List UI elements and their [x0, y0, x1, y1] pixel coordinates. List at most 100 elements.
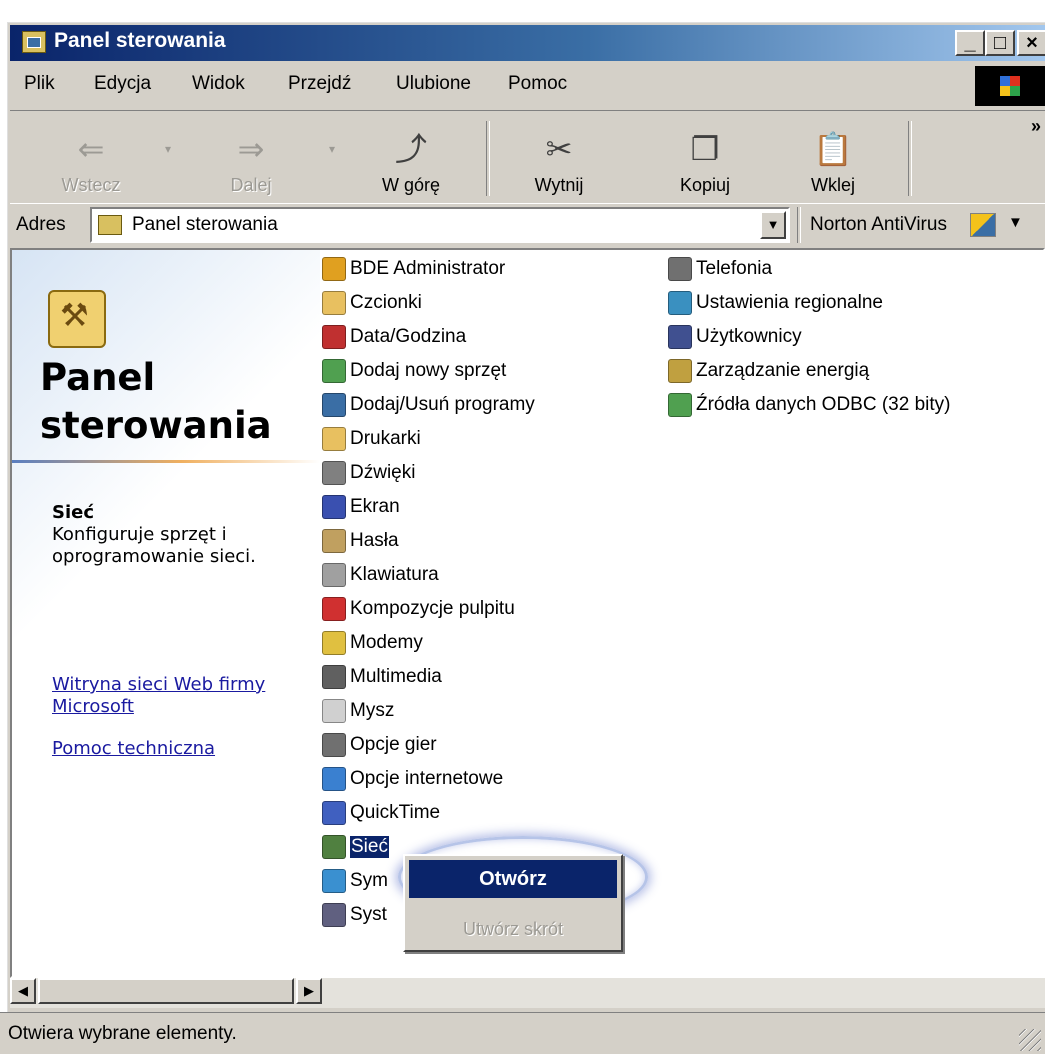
- copy-label: Kopiuj: [679, 175, 731, 195]
- norton-dropdown-icon[interactable]: ▼: [1008, 214, 1023, 231]
- display-icon: [322, 495, 346, 519]
- control-panel-item[interactable]: Multimedia: [322, 662, 442, 692]
- forward-button[interactable]: ⇒ Dalej: [206, 129, 296, 196]
- toolbar-overflow-icon[interactable]: »: [1031, 116, 1041, 137]
- item-label: Syst: [350, 904, 387, 925]
- modem-icon: [322, 631, 346, 655]
- web-view-panel: Panel sterowania Sieć Konfiguruje sprzęt…: [12, 250, 320, 976]
- menu-edit[interactable]: Edycja: [94, 73, 151, 95]
- scroll-left-icon[interactable]: ◀: [10, 978, 36, 1004]
- control-panel-item[interactable]: Dźwięki: [322, 458, 415, 488]
- symantec-icon: [322, 869, 346, 893]
- item-label: Klawiatura: [350, 564, 439, 585]
- scroll-right-icon[interactable]: ▶: [296, 978, 322, 1004]
- explorer-window: Panel sterowania _ □ × Plik Edycja Widok…: [0, 0, 1045, 1054]
- windows-logo: [975, 66, 1045, 106]
- themes-icon: [322, 597, 346, 621]
- norton-antivirus-label[interactable]: Norton AntiVirus: [810, 214, 947, 236]
- resize-grip-icon[interactable]: [1019, 1029, 1041, 1051]
- address-label: Adres: [16, 214, 66, 235]
- item-label: Modemy: [350, 632, 423, 653]
- control-panel-item[interactable]: Ekran: [322, 492, 400, 522]
- forward-dropdown[interactable]: ▾: [322, 129, 342, 169]
- paste-label: Wklej: [811, 175, 855, 195]
- microsoft-website-link[interactable]: Witryna sieci Web firmy Microsoft: [52, 674, 312, 718]
- horizontal-scrollbar[interactable]: ◀ ▶: [10, 978, 1045, 1008]
- cut-button[interactable]: ✂ Wytnij: [514, 129, 604, 196]
- paste-button[interactable]: 📋 Wklej: [788, 129, 878, 196]
- address-input[interactable]: Panel sterowania ▼: [90, 207, 790, 243]
- menu-file[interactable]: Plik: [24, 73, 55, 95]
- control-panel-item[interactable]: Sym: [322, 866, 388, 896]
- up-button[interactable]: ⤴ W górę: [356, 129, 466, 196]
- control-panel-item[interactable]: Data/Godzina: [322, 322, 466, 352]
- menu-go[interactable]: Przejdź: [288, 73, 351, 95]
- minimize-button[interactable]: _: [955, 30, 985, 56]
- maximize-button[interactable]: □: [985, 30, 1015, 56]
- context-menu: Otwórz Utwórz skrót: [403, 854, 623, 952]
- selected-item-name: Sieć: [52, 502, 95, 523]
- calendar-icon: [322, 325, 346, 349]
- create-shortcut-menu-item[interactable]: Utwórz skrót: [409, 914, 617, 944]
- toolbar-separator: [486, 121, 490, 196]
- back-dropdown[interactable]: ▾: [158, 129, 178, 169]
- control-panel-item[interactable]: Kompozycje pulpitu: [322, 594, 515, 624]
- open-menu-item[interactable]: Otwórz: [409, 860, 617, 898]
- address-separator: [797, 207, 801, 243]
- keyboard-icon: [322, 563, 346, 587]
- panel-divider: [12, 460, 320, 463]
- control-panel-item[interactable]: Modemy: [322, 628, 423, 658]
- chevron-down-icon: ▾: [164, 142, 172, 156]
- control-panel-large-icon: [48, 290, 106, 348]
- keys-icon: [322, 529, 346, 553]
- item-label: Hasła: [350, 530, 399, 551]
- hardware-icon: [322, 359, 346, 383]
- control-panel-item[interactable]: Zarządzanie energią: [668, 356, 869, 386]
- control-panel-item[interactable]: Klawiatura: [322, 560, 439, 590]
- scrollbar-thumb[interactable]: [38, 978, 294, 1004]
- control-panel-item[interactable]: Czcionki: [322, 288, 422, 318]
- control-panel-item[interactable]: QuickTime: [322, 798, 440, 828]
- item-label: Mysz: [350, 700, 395, 721]
- control-panel-item[interactable]: BDE Administrator: [322, 254, 505, 284]
- fonts-icon: [322, 291, 346, 315]
- close-button[interactable]: ×: [1017, 30, 1045, 56]
- forward-arrow-icon: ⇒: [237, 131, 265, 167]
- control-panel-item[interactable]: Sieć: [322, 832, 389, 862]
- item-label: Użytkownicy: [696, 326, 802, 347]
- control-panel-item[interactable]: Źródła danych ODBC (32 bity): [668, 390, 951, 420]
- printer-icon: [322, 427, 346, 451]
- control-panel-item[interactable]: Opcje gier: [322, 730, 437, 760]
- bde-icon: [322, 257, 346, 281]
- item-label: Sieć: [350, 836, 389, 858]
- control-panel-item[interactable]: Mysz: [322, 696, 394, 726]
- control-panel-item[interactable]: Hasła: [322, 526, 399, 556]
- quicktime-icon: [322, 801, 346, 825]
- control-panel-item[interactable]: Syst: [322, 900, 387, 930]
- speaker-icon: [322, 461, 346, 485]
- control-panel-item[interactable]: Użytkownicy: [668, 322, 802, 352]
- mouse-icon: [322, 699, 346, 723]
- back-button[interactable]: ⇐ Wstecz: [46, 129, 136, 196]
- control-panel-item[interactable]: Ustawienia regionalne: [668, 288, 883, 318]
- control-panel-item[interactable]: Drukarki: [322, 424, 421, 454]
- control-panel-icon: [98, 215, 122, 235]
- item-label: Opcje gier: [350, 734, 437, 755]
- menu-bar: Plik Edycja Widok Przejdź Ulubione Pomoc: [10, 68, 970, 106]
- folder-up-icon: ⤴: [394, 131, 427, 167]
- menu-help[interactable]: Pomoc: [508, 73, 567, 95]
- menu-view[interactable]: Widok: [192, 73, 245, 95]
- control-panel-item[interactable]: Opcje internetowe: [322, 764, 503, 794]
- norton-icon[interactable]: [970, 213, 996, 237]
- control-panel-item[interactable]: Dodaj nowy sprzęt: [322, 356, 506, 386]
- users-icon: [668, 325, 692, 349]
- menu-favorites[interactable]: Ulubione: [396, 73, 471, 95]
- globe-icon: [668, 291, 692, 315]
- copy-button[interactable]: ❐ Kopiuj: [660, 129, 750, 196]
- address-dropdown-button[interactable]: ▼: [760, 211, 786, 239]
- selected-item-description: Konfiguruje sprzęt i oprogramowanie siec…: [52, 524, 256, 567]
- control-panel-icon[interactable]: [22, 31, 46, 53]
- control-panel-item[interactable]: Dodaj/Usuń programy: [322, 390, 535, 420]
- control-panel-item[interactable]: Telefonia: [668, 254, 772, 284]
- technical-support-link[interactable]: Pomoc techniczna: [52, 738, 312, 760]
